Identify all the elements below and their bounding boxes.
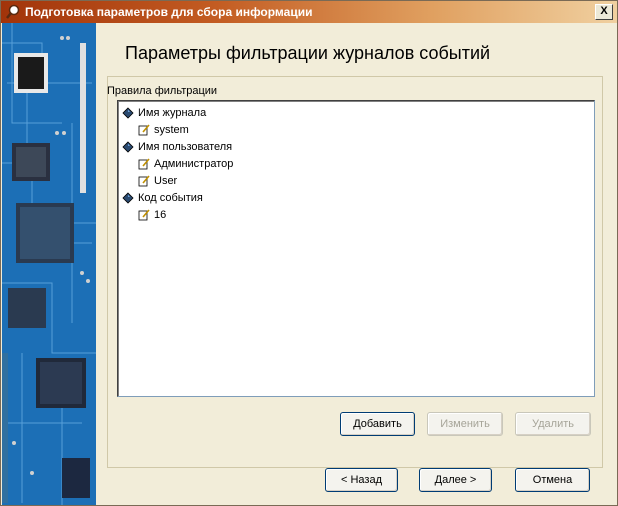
filter-rules-label: Правила фильтрации	[107, 85, 218, 97]
add-button[interactable]: Добавить	[340, 412, 415, 436]
diamond-icon	[122, 107, 134, 119]
tree-leaf-label: 16	[154, 209, 167, 221]
circuit-board-icon	[2, 23, 96, 505]
delete-button[interactable]: Удалить	[515, 412, 591, 436]
wizard-window: Подготовка параметров для сбора информац…	[0, 0, 618, 506]
edit-icon	[138, 158, 150, 170]
edit-icon	[138, 124, 150, 136]
wizard-content: Параметры фильтрации журналов событий Пр…	[97, 23, 617, 505]
edit-button[interactable]: Изменить	[427, 412, 503, 436]
tree-node-label: Имя журнала	[138, 107, 207, 119]
back-button[interactable]: < Назад	[325, 468, 398, 492]
filter-rules-tree[interactable]: Имя журнала system Имя пользователя Адми…	[117, 100, 595, 397]
tree-node-label: Код события	[138, 192, 203, 204]
tree-leaf-label: Администратор	[154, 158, 234, 170]
tree-node-label: Имя пользователя	[138, 141, 233, 153]
next-button[interactable]: Далее >	[419, 468, 492, 492]
diamond-icon	[122, 141, 134, 153]
cancel-button[interactable]: Отмена	[515, 468, 590, 492]
edit-icon	[138, 209, 150, 221]
side-banner-image	[2, 23, 96, 505]
window-title: Подготовка параметров для сбора информац…	[25, 5, 313, 19]
edit-icon	[138, 175, 150, 187]
search-icon	[6, 4, 20, 19]
page-title: Параметры фильтрации журналов событий	[125, 43, 491, 63]
close-button[interactable]: X	[595, 4, 613, 20]
title-bar[interactable]: Подготовка параметров для сбора информац…	[1, 1, 617, 23]
tree-leaf-label: User	[154, 175, 178, 187]
diamond-icon	[122, 192, 134, 204]
tree-leaf-label: system	[154, 124, 189, 136]
